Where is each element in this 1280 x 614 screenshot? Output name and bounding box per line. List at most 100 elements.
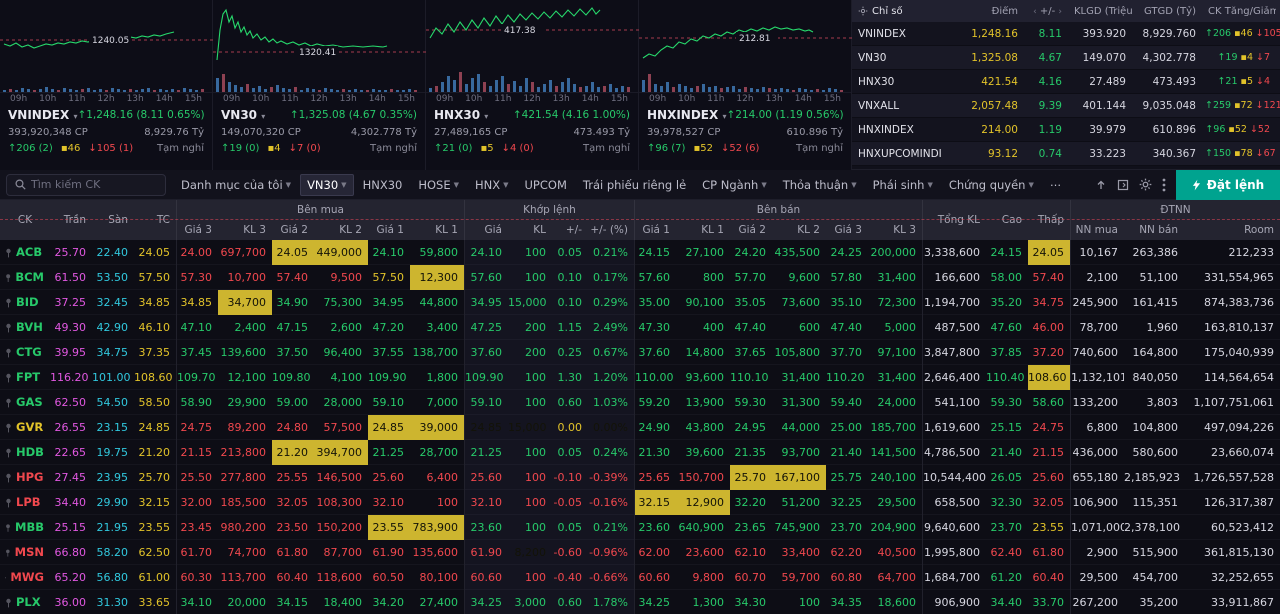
cell-b2p[interactable]: 21.20	[272, 440, 314, 465]
stock-row-LPB[interactable]: LPB34.4029.9032.1532.00185,50032.05108,3…	[0, 490, 1280, 515]
index-row-VNINDEX[interactable]: VNINDEX 1,248.16 8.11 393.920 8,929.760 …	[852, 22, 1280, 46]
cell-san[interactable]: 53.50	[92, 265, 134, 290]
cell-s2p[interactable]: 32.20	[730, 490, 772, 515]
cell-b1p[interactable]: 25.60	[368, 465, 410, 490]
stock-row-FPT[interactable]: FPT116.20101.00108.60109.7012,100109.804…	[0, 365, 1280, 390]
cell-tc[interactable]: 37.35	[134, 340, 176, 365]
cell-b1p[interactable]: 34.20	[368, 590, 410, 614]
ticker-symbol[interactable]: CTG	[16, 340, 42, 365]
arrow-up-icon[interactable]	[1095, 179, 1107, 191]
cell-s1p[interactable]: 32.15	[634, 490, 676, 515]
cell-tran[interactable]: 61.50	[50, 265, 92, 290]
cell-high[interactable]: 21.40	[986, 440, 1028, 465]
cell-low[interactable]: 24.75	[1028, 415, 1070, 440]
search-box[interactable]	[6, 174, 166, 196]
cell-high[interactable]: 58.00	[986, 265, 1028, 290]
menu-item-upcom[interactable]: UPCOM	[518, 174, 574, 196]
menu-item-danh-mục-của-tôi[interactable]: Danh mục của tôi▼	[174, 174, 298, 196]
pin-icon[interactable]	[5, 298, 12, 308]
cell-tran[interactable]: 116.20	[50, 365, 92, 390]
menu-item-hose[interactable]: HOSE▼	[411, 174, 466, 196]
pin-icon[interactable]	[5, 548, 11, 558]
cell-s3p[interactable]: 60.80	[826, 565, 868, 590]
cell-b3p[interactable]: 57.30	[176, 265, 218, 290]
cell-s3p[interactable]: 35.10	[826, 290, 868, 315]
ticker-symbol[interactable]: BVH	[16, 315, 43, 340]
cell-tran[interactable]: 25.15	[50, 515, 92, 540]
cell-s3p[interactable]: 59.40	[826, 390, 868, 415]
cell-s1p[interactable]: 110.00	[634, 365, 676, 390]
cell-tc[interactable]: 25.70	[134, 465, 176, 490]
cell-s2p[interactable]: 59.30	[730, 390, 772, 415]
pin-icon[interactable]	[5, 248, 12, 258]
cell-tran[interactable]: 22.65	[50, 440, 92, 465]
cell-high[interactable]: 37.85	[986, 340, 1028, 365]
cell-b2p[interactable]: 59.00	[272, 390, 314, 415]
cell-san[interactable]: 34.75	[92, 340, 134, 365]
cell-b3p[interactable]: 37.45	[176, 340, 218, 365]
cell-s1p[interactable]: 24.90	[634, 415, 676, 440]
ticker-symbol[interactable]: FPT	[16, 365, 40, 390]
cell-s1p[interactable]: 34.25	[634, 590, 676, 614]
cell-b3p[interactable]: 25.50	[176, 465, 218, 490]
ticker-symbol[interactable]: HDB	[16, 440, 44, 465]
index-row-HNXINDEX[interactable]: HNXINDEX 214.00 1.19 39.979 610.896 ↑96▪…	[852, 118, 1280, 142]
cell-s3p[interactable]: 37.70	[826, 340, 868, 365]
cell-low[interactable]: 61.80	[1028, 540, 1070, 565]
pin-icon[interactable]	[5, 348, 12, 358]
cell-s2p[interactable]: 62.10	[730, 540, 772, 565]
cell-low[interactable]: 108.60	[1028, 365, 1070, 390]
index-table-settings[interactable]: Chỉ số	[852, 6, 964, 17]
cell-s1p[interactable]: 24.15	[634, 240, 676, 265]
cell-b1p[interactable]: 47.20	[368, 315, 410, 340]
cell-b2p[interactable]: 34.90	[272, 290, 314, 315]
cell-san[interactable]: 23.15	[92, 415, 134, 440]
cell-s1p[interactable]: 57.60	[634, 265, 676, 290]
cell-tc[interactable]: 58.50	[134, 390, 176, 415]
cell-s1p[interactable]: 59.20	[634, 390, 676, 415]
cell-b1p[interactable]: 59.10	[368, 390, 410, 415]
cell-s2p[interactable]: 23.65	[730, 515, 772, 540]
stock-row-HPG[interactable]: HPG27.4523.9525.7025.50277,80025.55146,5…	[0, 465, 1280, 490]
cell-b2p[interactable]: 61.80	[272, 540, 314, 565]
cell-mp[interactable]: 61.90	[464, 540, 508, 565]
cell-tran[interactable]: 26.55	[50, 415, 92, 440]
cell-high[interactable]: 25.15	[986, 415, 1028, 440]
cell-high[interactable]: 35.20	[986, 290, 1028, 315]
cell-s2p[interactable]: 21.35	[730, 440, 772, 465]
cell-s3p[interactable]: 21.40	[826, 440, 868, 465]
ticker-symbol[interactable]: GAS	[16, 390, 43, 415]
cell-low[interactable]: 32.05	[1028, 490, 1070, 515]
cell-mp[interactable]: 59.10	[464, 390, 508, 415]
cell-low[interactable]: 33.70	[1028, 590, 1070, 614]
cell-san[interactable]: 54.50	[92, 390, 134, 415]
cell-b3p[interactable]: 24.75	[176, 415, 218, 440]
cell-san[interactable]: 21.95	[92, 515, 134, 540]
cell-mp[interactable]: 47.25	[464, 315, 508, 340]
cell-b3p[interactable]: 61.70	[176, 540, 218, 565]
cell-s3p[interactable]: 110.20	[826, 365, 868, 390]
cell-s2p[interactable]: 37.65	[730, 340, 772, 365]
cell-s1p[interactable]: 47.30	[634, 315, 676, 340]
cell-low[interactable]: 46.00	[1028, 315, 1070, 340]
cell-tc[interactable]: 108.60	[134, 365, 176, 390]
cell-s3p[interactable]: 34.35	[826, 590, 868, 614]
cell-s1p[interactable]: 35.00	[634, 290, 676, 315]
ticker-symbol[interactable]: MWG	[10, 565, 44, 590]
cell-b1p[interactable]: 60.50	[368, 565, 410, 590]
pin-icon[interactable]	[5, 323, 12, 333]
cell-mp[interactable]: 23.60	[464, 515, 508, 540]
cell-mp[interactable]: 37.60	[464, 340, 508, 365]
menu-item-phái-sinh[interactable]: Phái sinh▼	[866, 174, 940, 196]
cell-b1p[interactable]: 24.85	[368, 415, 410, 440]
stock-row-MSN[interactable]: MSN66.8058.2062.5061.7074,70061.8087,700…	[0, 540, 1280, 565]
cell-tc[interactable]: 33.65	[134, 590, 176, 614]
cell-tc[interactable]: 21.20	[134, 440, 176, 465]
cell-s1p[interactable]: 25.65	[634, 465, 676, 490]
cell-mp[interactable]: 32.10	[464, 490, 508, 515]
cell-mp[interactable]: 109.90	[464, 365, 508, 390]
cell-b3p[interactable]: 21.15	[176, 440, 218, 465]
cell-s3p[interactable]: 57.80	[826, 265, 868, 290]
cell-s3p[interactable]: 23.70	[826, 515, 868, 540]
cell-b3p[interactable]: 24.00	[176, 240, 218, 265]
